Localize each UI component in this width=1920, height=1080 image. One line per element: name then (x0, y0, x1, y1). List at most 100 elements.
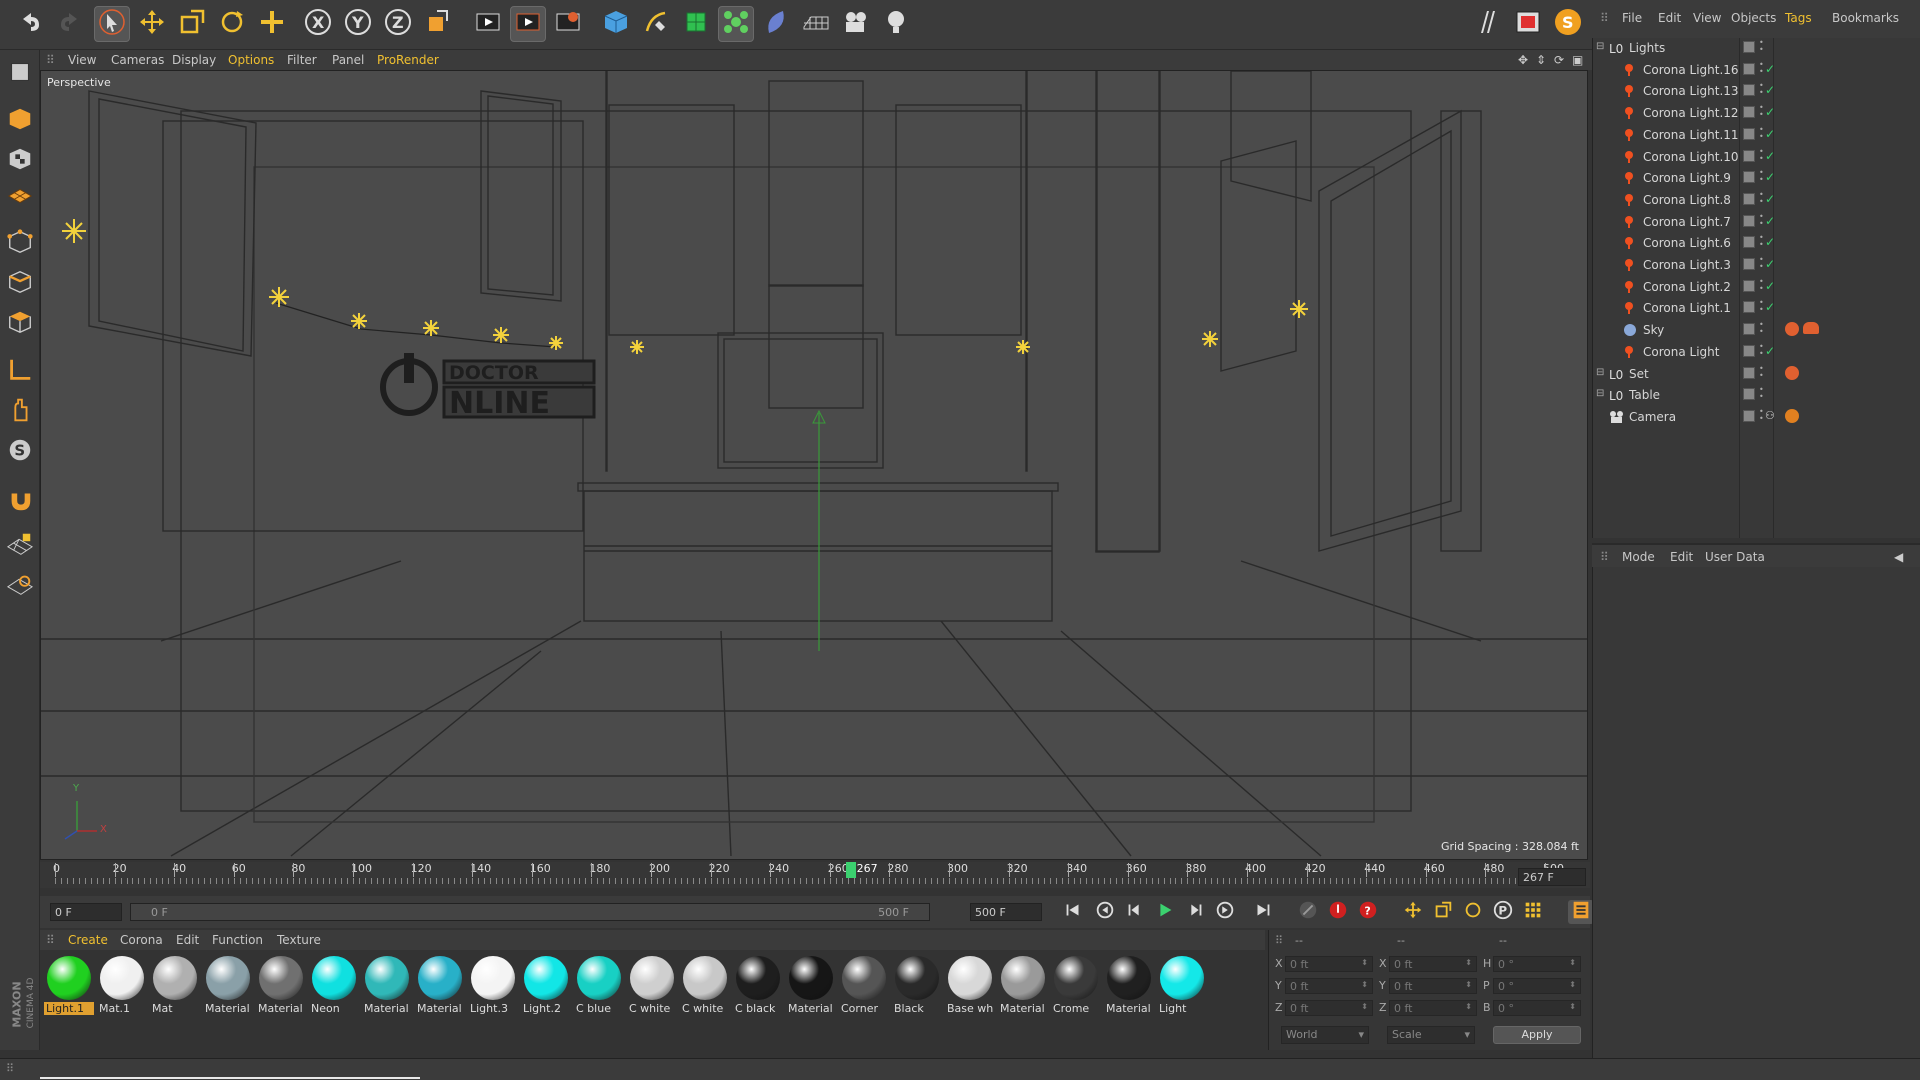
material-swatch[interactable]: Light.1 (44, 954, 94, 1018)
deformer-button[interactable] (758, 6, 794, 42)
coords-value-field[interactable]: 0 ft ⬍ (1285, 1000, 1373, 1016)
visibility-dots-icon[interactable]: • • (1759, 407, 1764, 422)
coords-value-field[interactable]: 0 ft ⬍ (1389, 956, 1477, 972)
viewport-menu-view[interactable]: View (68, 53, 96, 67)
object-row[interactable]: Sky • • (1593, 320, 1920, 341)
visibility-dots-icon[interactable]: • • (1759, 342, 1764, 357)
object-row[interactable]: Corona Light.11 • • ✓ (1593, 125, 1920, 146)
visibility-dots-icon[interactable]: • • (1759, 256, 1764, 271)
enabled-check-icon[interactable]: ✓ (1765, 105, 1775, 119)
layer-icon[interactable] (1743, 149, 1755, 162)
visibility-dots-icon[interactable]: • • (1759, 190, 1764, 205)
edges-mode-button[interactable] (4, 268, 36, 300)
object-row[interactable]: ⊟ L0 Table • • (1593, 385, 1920, 406)
object-row[interactable]: Corona Light.2 • • ✓ (1593, 277, 1920, 298)
visibility-dots-icon[interactable]: • • (1759, 212, 1764, 227)
visibility-dots-icon[interactable]: • • (1759, 321, 1764, 336)
coords-value-field[interactable]: 0 ft ⬍ (1389, 1000, 1477, 1016)
material-swatch[interactable]: Corner (839, 954, 889, 1018)
visibility-dots-icon[interactable]: • • (1759, 234, 1764, 249)
coords-value-field[interactable]: 0 ft ⬍ (1389, 978, 1477, 994)
coords-value-field[interactable]: 0 ° ⬍ (1493, 1000, 1581, 1016)
material-swatch[interactable]: Material (415, 954, 465, 1018)
layer-icon[interactable] (1743, 62, 1755, 75)
material-swatch[interactable]: Mat.1 (97, 954, 147, 1018)
object-row[interactable]: Corona Light.8 • • ✓ (1593, 190, 1920, 211)
camera-button[interactable] (838, 6, 874, 42)
material-swatch[interactable]: Material (362, 954, 412, 1018)
enabled-check-icon[interactable]: ✓ (1765, 279, 1775, 293)
move-button[interactable] (134, 6, 170, 42)
enabled-check-icon[interactable]: ✓ (1765, 235, 1775, 249)
prev-frame-button[interactable] (1122, 900, 1148, 924)
enabled-check-icon[interactable]: ✓ (1765, 149, 1775, 163)
layer-icon[interactable] (1743, 279, 1755, 292)
points-mode-button[interactable] (4, 228, 36, 260)
coords-value-field[interactable]: 0 ft ⬍ (1285, 956, 1373, 972)
layer-icon[interactable] (1743, 171, 1755, 184)
object-row[interactable]: ⊟ L0 Lights • • (1593, 38, 1920, 59)
viewport-rotate-icon[interactable]: ⟳ (1554, 53, 1564, 67)
expand-icon[interactable]: ⊟ (1596, 388, 1604, 399)
visibility-dots-icon[interactable]: • • (1759, 82, 1764, 97)
viewport-perspective[interactable]: DOCTOR NLINE Y X Perspective Grid Spacin… (40, 70, 1588, 860)
visibility-dots-icon[interactable]: • • (1759, 39, 1764, 54)
enabled-check-icon[interactable]: ✓ (1765, 214, 1775, 228)
layer-icon[interactable] (1743, 214, 1755, 227)
material-swatch[interactable]: Crome (1051, 954, 1101, 1018)
object-menu-objects[interactable]: Objects (1731, 11, 1776, 25)
object-row[interactable]: Corona Light.12 • • ✓ (1593, 103, 1920, 124)
layer-icon[interactable] (1743, 41, 1755, 53)
x-axis-button[interactable]: X (300, 6, 336, 42)
material-swatch[interactable]: Material (203, 954, 253, 1018)
material-swatch[interactable]: Light.2 (521, 954, 571, 1018)
timeline-playhead[interactable] (845, 862, 856, 878)
z-axis-button[interactable]: Z (380, 6, 416, 42)
coords-size-mode-select[interactable]: Scale ▾ (1387, 1026, 1475, 1044)
viewport-zoom-icon[interactable]: ⇕ (1536, 53, 1546, 67)
sketch-button[interactable] (1470, 6, 1506, 42)
render-settings-button[interactable] (550, 6, 586, 42)
prev-key-button[interactable] (1092, 900, 1118, 924)
current-frame-field[interactable]: 267 F (1518, 868, 1586, 886)
pen-button[interactable] (638, 6, 674, 42)
scale-button[interactable] (174, 6, 210, 42)
object-row[interactable]: Corona Light.10 • • ✓ (1593, 147, 1920, 168)
apply-button[interactable]: Apply (1493, 1026, 1581, 1044)
object-row[interactable]: Corona Light.3 • • ✓ (1593, 255, 1920, 276)
visibility-dots-icon[interactable]: • • (1759, 125, 1764, 140)
material-swatch[interactable]: Neon (309, 954, 359, 1018)
timeline-button[interactable] (1568, 900, 1594, 924)
enabled-check-icon[interactable]: ✓ (1765, 62, 1775, 76)
snap-button[interactable]: S (4, 436, 36, 468)
material-swatch[interactable]: C blue (574, 954, 624, 1018)
coords-value-field[interactable]: 0 ° ⬍ (1493, 956, 1581, 972)
back-arrow-icon[interactable]: ◀ (1894, 550, 1903, 564)
material-menu-edit[interactable]: Edit (176, 933, 199, 947)
next-key-button[interactable] (1212, 900, 1238, 924)
expand-icon[interactable]: ⊟ (1596, 367, 1604, 378)
material-menu-create[interactable]: Create (68, 933, 108, 947)
enabled-check-icon[interactable]: ✓ (1765, 192, 1775, 206)
object-row[interactable]: Corona Light.6 • • ✓ (1593, 233, 1920, 254)
visibility-dots-icon[interactable]: • • (1759, 104, 1764, 119)
material-swatch[interactable]: Black (892, 954, 942, 1018)
play-button[interactable] (1152, 900, 1178, 924)
grid-deformer-button[interactable] (4, 570, 36, 602)
pla-key-button[interactable] (1520, 900, 1546, 924)
coords-value-field[interactable]: 0 ft ⬍ (1285, 978, 1373, 994)
autokey-button[interactable]: ? (1355, 900, 1381, 924)
live-add-button[interactable] (254, 6, 290, 42)
viewport-menu-cameras[interactable]: Cameras (111, 53, 164, 67)
material-swatch[interactable]: Material (256, 954, 306, 1018)
sky-tag-icon[interactable] (1803, 322, 1819, 335)
attribute-menu-mode[interactable]: Mode (1622, 550, 1655, 564)
go-end-button[interactable] (1250, 900, 1276, 924)
render-picture-viewer-button[interactable] (510, 6, 546, 42)
layer-icon[interactable] (1743, 344, 1755, 357)
polygons-mode-button[interactable] (4, 308, 36, 340)
make-editable-button[interactable] (4, 58, 36, 90)
layer-icon[interactable] (1743, 106, 1755, 119)
viewport-move-icon[interactable]: ✥ (1518, 53, 1528, 67)
viewport-menu-display[interactable]: Display (172, 53, 216, 67)
